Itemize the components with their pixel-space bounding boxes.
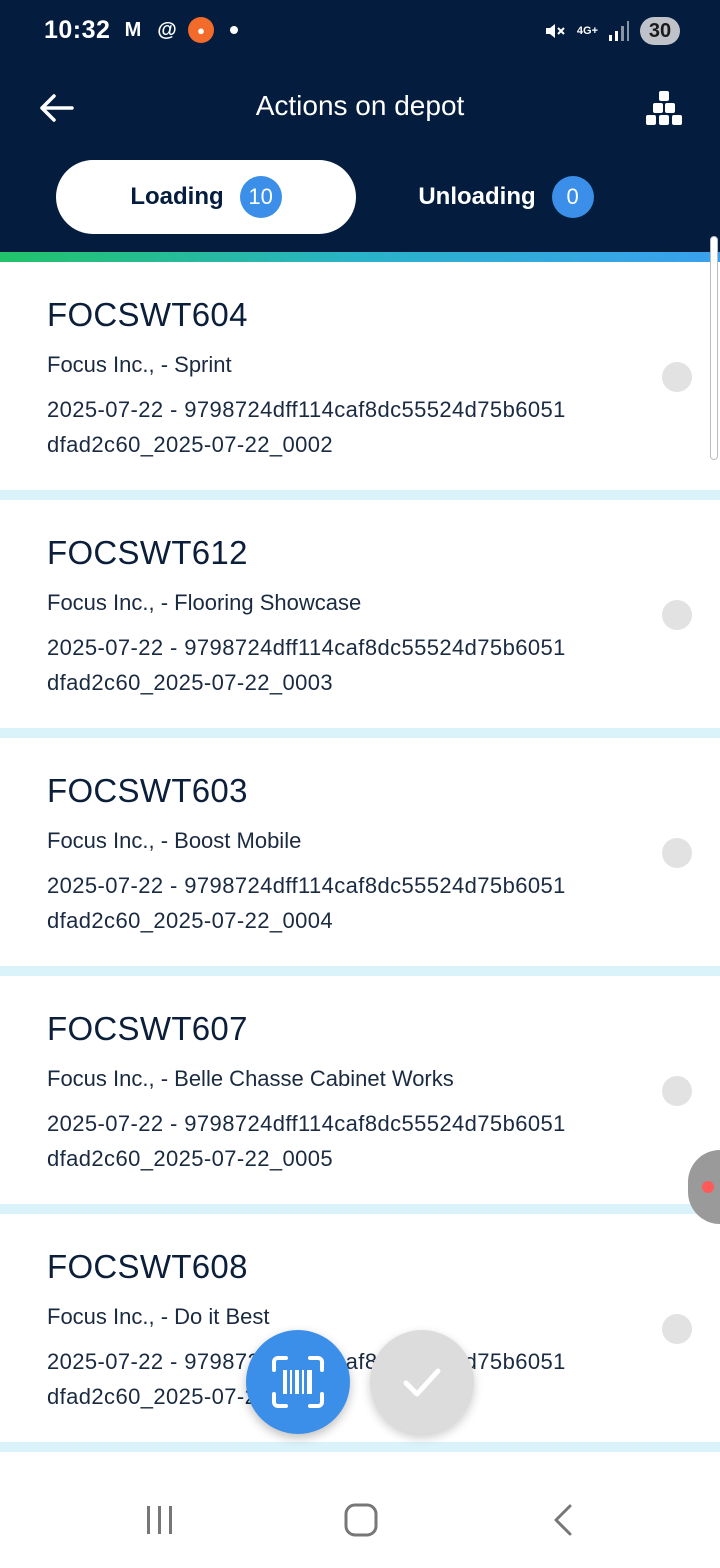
- item-select-radio[interactable]: [662, 362, 692, 392]
- item-code: FOCSWT604: [47, 296, 248, 333]
- item-company: Focus Inc., - Do it Best: [47, 1304, 270, 1329]
- item-reference-suffix: dfad2c60_2025-07-22_0004: [47, 908, 334, 933]
- barcode-scan-icon: [272, 1356, 324, 1408]
- signal-icon: [609, 21, 629, 41]
- item-select-radio[interactable]: [662, 1076, 692, 1106]
- mute-icon: [545, 24, 565, 38]
- status-right: 4G+ 30: [543, 17, 680, 45]
- tab-loading-label: Loading: [130, 183, 224, 210]
- item-reference: 2025-07-22 - 9798724dff114caf8dc55524d75…: [47, 1111, 566, 1136]
- record-icon: ●: [188, 17, 214, 43]
- divider: [0, 966, 720, 976]
- depot-action-list: FOCSWT604 Focus Inc., - Sprint 2025-07-2…: [0, 262, 720, 1452]
- item-reference: 2025-07-22 - 9798724dff114caf8dc55524d75…: [47, 873, 566, 898]
- item-code: FOCSWT607: [47, 1010, 248, 1047]
- system-nav-bar: [0, 1472, 720, 1568]
- header-accent-bar: [0, 252, 720, 262]
- home-icon[interactable]: [341, 1500, 381, 1540]
- item-company: Focus Inc., - Boost Mobile: [47, 828, 302, 853]
- item-reference-suffix: dfad2c60_2025-07-22_0002: [47, 432, 334, 457]
- item-company: Focus Inc., - Sprint: [47, 352, 232, 377]
- list-item[interactable]: FOCSWT607 Focus Inc., - Belle Chasse Cab…: [0, 976, 720, 1204]
- status-time: 10:32: [44, 16, 111, 44]
- tab-unloading[interactable]: Unloading 0: [356, 160, 656, 234]
- network-type: 4G+: [576, 24, 598, 37]
- item-reference: 2025-07-22 - 9798724dff114caf8dc55524d75…: [47, 635, 566, 660]
- more-notifications-icon: [230, 26, 238, 34]
- item-company: Focus Inc., - Flooring Showcase: [47, 590, 362, 615]
- list-item[interactable]: FOCSWT608 Focus Inc., - Do it Best 2025-…: [0, 1214, 720, 1442]
- battery-indicator: 30: [640, 17, 680, 45]
- back-nav-icon[interactable]: [543, 1500, 583, 1540]
- item-code: FOCSWT612: [47, 534, 248, 571]
- item-company: Focus Inc., - Belle Chasse Cabinet Works: [47, 1066, 454, 1091]
- tab-loading[interactable]: Loading 10: [56, 160, 356, 234]
- scrollbar[interactable]: [710, 236, 718, 460]
- item-select-radio[interactable]: [662, 838, 692, 868]
- recent-apps-icon[interactable]: [140, 1500, 180, 1540]
- at-sign-icon: @: [157, 18, 177, 41]
- page-title: Actions on depot: [255, 90, 465, 121]
- notification-icons: M @ ●: [120, 17, 238, 43]
- item-reference-suffix: dfad2c60_2025-07-22_0005: [47, 1146, 334, 1171]
- tab-loading-count: 10: [239, 176, 282, 218]
- confirm-button[interactable]: [370, 1330, 474, 1434]
- item-select-radio[interactable]: [662, 1314, 692, 1344]
- tab-bar: Loading 10 Unloading 0: [56, 160, 656, 234]
- divider: [0, 490, 720, 500]
- divider: [0, 728, 720, 738]
- scan-button[interactable]: [246, 1330, 350, 1434]
- item-select-radio[interactable]: [662, 600, 692, 630]
- gmail-icon: M: [124, 18, 142, 41]
- list-item[interactable]: FOCSWT603 Focus Inc., - Boost Mobile 202…: [0, 738, 720, 966]
- status-bar: 10:32 M @ ● 4G+ 30: [0, 0, 720, 64]
- item-reference-suffix: dfad2c60_2025-07-22_0003: [47, 670, 334, 695]
- list-item[interactable]: FOCSWT612 Focus Inc., - Flooring Showcas…: [0, 500, 720, 728]
- tab-unloading-count: 0: [551, 176, 594, 218]
- item-reference: 2025-07-22 - 9798724dff114caf8dc55524d75…: [47, 397, 566, 422]
- item-code: FOCSWT603: [47, 772, 248, 809]
- app-header: 10:32 M @ ● 4G+ 30 Actions on depot Load…: [0, 0, 720, 252]
- list-item[interactable]: FOCSWT604 Focus Inc., - Sprint 2025-07-2…: [0, 262, 720, 490]
- item-code: FOCSWT608: [47, 1248, 248, 1285]
- record-dot-icon: [702, 1181, 714, 1193]
- divider: [0, 1442, 720, 1452]
- divider: [0, 1204, 720, 1214]
- tab-unloading-label: Unloading: [418, 183, 536, 210]
- check-icon: [403, 1368, 441, 1397]
- boxes-stack-icon[interactable]: [644, 88, 684, 128]
